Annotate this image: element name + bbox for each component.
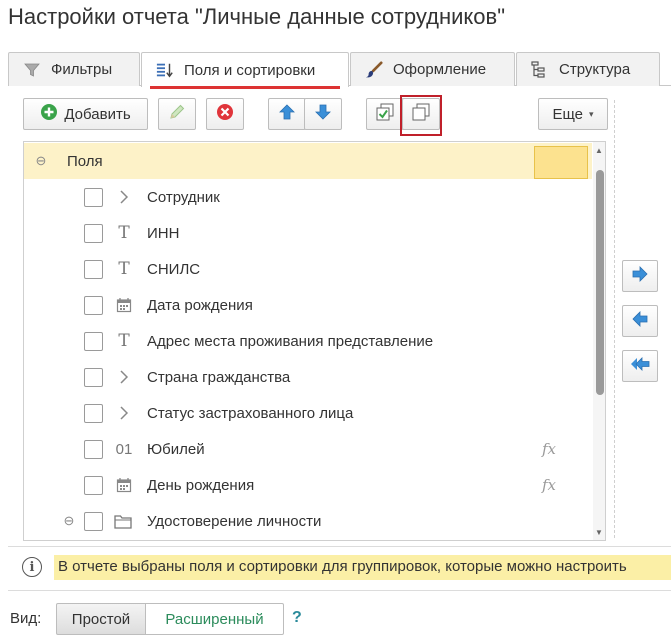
calendar-icon (115, 475, 133, 495)
checkbox[interactable] (84, 259, 103, 279)
list-item[interactable]: День рождения fx (24, 467, 592, 503)
checkbox[interactable] (84, 187, 103, 207)
move-right-button[interactable] (622, 260, 658, 292)
list-item[interactable]: Страна гражданства (24, 359, 592, 395)
filter-icon (23, 61, 41, 79)
text-type-icon: T (118, 223, 130, 243)
view-simple-button[interactable]: Простой (56, 603, 146, 635)
formula-icon: fx (542, 440, 557, 458)
chevron-right-icon[interactable] (115, 403, 133, 423)
collapse-icon[interactable]: ⊖ (32, 151, 50, 171)
list-item[interactable]: Сотрудник (24, 179, 592, 215)
view-label: Вид: (10, 610, 42, 627)
arrow-right-icon (631, 265, 649, 288)
tree-root-row[interactable]: ⊖ Поля (24, 143, 592, 179)
edit-button[interactable] (158, 98, 196, 130)
text-type-icon: T (118, 331, 130, 351)
fields-tree[interactable]: ⊖ Поля Сотрудник T ИНН T СНИЛС Дата рожд… (23, 141, 606, 541)
move-left-button[interactable] (622, 305, 658, 337)
highlight-frame (400, 95, 442, 136)
chevron-right-icon[interactable] (115, 187, 133, 207)
checkbox[interactable] (84, 331, 103, 351)
tab-label: Оформление (393, 61, 487, 78)
field-label: Удостоверение личности (147, 512, 322, 530)
folder-icon (114, 511, 132, 531)
list-item[interactable]: T СНИЛС (24, 251, 592, 287)
fields-sort-icon (156, 61, 174, 79)
page-title: Настройки отчета "Личные данные сотрудни… (8, 4, 506, 29)
info-message: В отчете выбраны поля и сортировки для г… (54, 555, 671, 580)
formula-icon: fx (542, 476, 557, 494)
number-type-icon: 01 (115, 440, 133, 458)
field-label: Дата рождения (147, 296, 253, 314)
tab-filters[interactable]: Фильтры (8, 52, 140, 86)
checkbox[interactable] (84, 403, 103, 423)
view-extended-button[interactable]: Расширенный (145, 603, 284, 635)
move-up-button[interactable] (268, 98, 306, 130)
splitter[interactable] (614, 100, 615, 538)
text-type-icon: T (118, 259, 130, 279)
structure-icon (531, 60, 549, 79)
field-label: Адрес места проживания представление (147, 332, 434, 350)
double-arrow-left-icon (630, 355, 650, 378)
list-item[interactable]: T Адрес места проживания представление (24, 323, 592, 359)
move-down-button[interactable] (304, 98, 342, 130)
info-icon: i (22, 557, 42, 577)
list-item[interactable]: T ИНН (24, 215, 592, 251)
field-label: Юбилей (147, 440, 205, 458)
vertical-scrollbar[interactable]: ▲ ▼ (593, 142, 605, 540)
tab-appearance[interactable]: Оформление (350, 52, 515, 86)
info-top-divider (8, 546, 671, 547)
scroll-down-arrow-icon[interactable]: ▼ (595, 528, 603, 537)
more-button-label: Еще (552, 105, 583, 123)
chevron-right-icon[interactable] (115, 367, 133, 387)
arrow-down-icon (314, 103, 332, 126)
tab-fields-sort[interactable]: Поля и сортировки (141, 52, 349, 89)
delete-icon (216, 103, 234, 126)
scroll-up-arrow-icon[interactable]: ▲ (595, 146, 603, 155)
delete-button[interactable] (206, 98, 244, 130)
root-value-cell[interactable] (534, 146, 588, 179)
field-label: СНИЛС (147, 260, 201, 278)
list-item[interactable]: Дата рождения (24, 287, 592, 323)
plus-circle-icon (40, 103, 58, 126)
list-item[interactable]: ⊖ Удостоверение личности (24, 503, 592, 539)
checkbox[interactable] (84, 295, 103, 315)
checkbox[interactable] (84, 439, 103, 459)
checkbox[interactable] (84, 475, 103, 495)
checkbox[interactable] (84, 223, 103, 243)
arrow-up-icon (278, 103, 296, 126)
tab-label: Фильтры (51, 61, 113, 78)
field-label: Статус застрахованного лица (147, 404, 354, 422)
info-bottom-divider (8, 590, 671, 591)
field-label: Страна гражданства (147, 368, 291, 386)
calendar-icon (115, 295, 133, 315)
pencil-icon (168, 103, 186, 126)
move-all-left-button[interactable] (622, 350, 658, 382)
check-all-button[interactable] (366, 98, 404, 130)
tab-label: Поля и сортировки (184, 61, 316, 79)
field-label: ИНН (147, 224, 180, 242)
field-label: Сотрудник (147, 188, 220, 206)
arrow-left-icon (631, 310, 649, 333)
collapse-icon[interactable]: ⊖ (60, 511, 78, 531)
tree-root-label: Поля (67, 152, 103, 170)
active-tab-indicator (150, 86, 340, 89)
tab-structure[interactable]: Структура (516, 52, 660, 86)
checkbox[interactable] (84, 511, 103, 531)
checkbox[interactable] (84, 367, 103, 387)
brush-icon (365, 60, 383, 79)
check-all-icon (375, 102, 395, 127)
tab-label: Структура (559, 61, 631, 78)
add-button-label: Добавить (64, 105, 131, 123)
field-label: День рождения (147, 476, 255, 494)
list-item[interactable]: Статус застрахованного лица (24, 395, 592, 431)
help-link[interactable]: ? (292, 609, 302, 627)
add-button[interactable]: Добавить (23, 98, 148, 130)
list-item[interactable]: 01 Юбилей fx (24, 431, 592, 467)
chevron-down-icon: ▾ (589, 108, 594, 119)
more-button[interactable]: Еще ▾ (538, 98, 608, 130)
scrollbar-thumb[interactable] (596, 170, 604, 395)
